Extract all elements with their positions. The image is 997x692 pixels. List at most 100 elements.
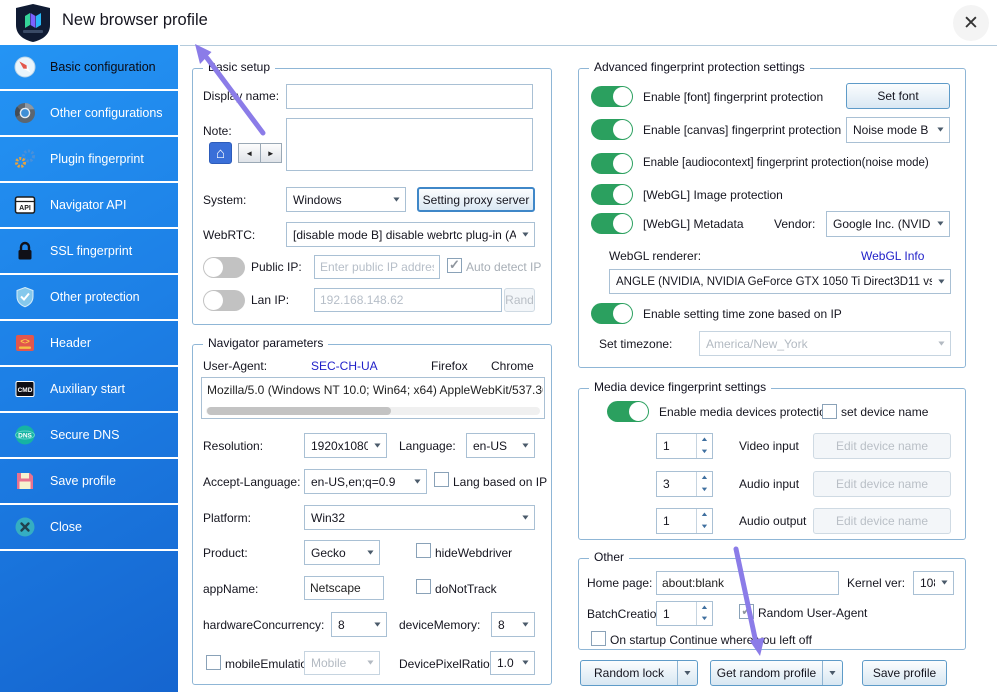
- timezone-by-ip-toggle[interactable]: [591, 303, 633, 324]
- user-agent-value: Mozilla/5.0 (Windows NT 10.0; Win64; x64…: [207, 383, 543, 397]
- audio-input-stepper[interactable]: 3 ▲▼: [656, 471, 713, 497]
- sidebar-item-ssl-fingerprint[interactable]: SSL fingerprint: [0, 229, 178, 275]
- navigator-parameters-legend: Navigator parameters: [203, 336, 328, 350]
- appname-label: appName:: [203, 582, 258, 596]
- accept-language-dropdown[interactable]: en-US,en;q=0.9 ▼: [304, 469, 427, 494]
- vendor-dropdown[interactable]: Google Inc. (NVID ▼: [826, 211, 950, 237]
- ua-scrollbar: [206, 407, 540, 415]
- sidebar-item-basic-configuration[interactable]: Basic configuration: [0, 45, 178, 91]
- arrow-left-icon[interactable]: ◄: [239, 144, 261, 162]
- chevron-down-icon: ▼: [365, 549, 375, 556]
- random-user-agent-checkbox[interactable]: [739, 604, 754, 619]
- set-timezone-dropdown[interactable]: America/New_York ▼: [699, 331, 951, 356]
- video-input-stepper[interactable]: 1 ▲▼: [656, 433, 713, 459]
- sidebar-item-other-protection[interactable]: Other protection: [0, 275, 178, 321]
- arrow-right-icon[interactable]: ►: [261, 144, 282, 162]
- ua-scrollbar-thumb[interactable]: [207, 407, 391, 415]
- get-random-profile-dropdown-arrow[interactable]: ▼: [822, 661, 842, 685]
- font-protection-toggle[interactable]: [591, 86, 633, 107]
- spin-up-icon[interactable]: ▲: [693, 509, 716, 521]
- sidebar-item-save-profile[interactable]: Save profile: [0, 459, 178, 505]
- edit-video-device-button[interactable]: Edit device name: [813, 433, 951, 459]
- platform-dropdown[interactable]: Win32 ▼: [304, 505, 535, 530]
- canvas-protection-toggle[interactable]: [591, 119, 633, 140]
- sidebar-item-label: Save profile: [50, 474, 116, 488]
- spin-down-icon[interactable]: ▼: [693, 446, 716, 458]
- on-startup-checkbox[interactable]: [591, 631, 606, 646]
- media-devices-toggle[interactable]: [607, 401, 649, 422]
- auto-detect-ip-checkbox[interactable]: [447, 258, 462, 273]
- lan-ip-toggle[interactable]: [203, 290, 245, 311]
- batch-creation-stepper[interactable]: 1 ▲▼: [656, 601, 713, 626]
- webrtc-dropdown[interactable]: [disable mode B] disable webrtc plug-in …: [286, 222, 535, 247]
- product-dropdown[interactable]: Gecko ▼: [304, 540, 380, 565]
- font-protection-label: Enable [font] fingerprint protection: [643, 90, 823, 104]
- public-ip-toggle[interactable]: [203, 257, 245, 278]
- resolution-dropdown[interactable]: 1920x1080 ▼: [304, 433, 387, 458]
- spin-down-icon[interactable]: ▼: [693, 614, 716, 626]
- mobile-emulation-checkbox[interactable]: [206, 655, 221, 670]
- sidebar-item-secure-dns[interactable]: DNS Secure DNS: [0, 413, 178, 459]
- sidebar-item-other-configurations[interactable]: Other configurations: [0, 91, 178, 137]
- webgl-image-toggle[interactable]: [591, 184, 633, 205]
- titlebar-divider: [180, 45, 997, 46]
- basic-setup-fieldset: Basic setup Display name: Note: ⌂ ◄ ► Sy…: [192, 68, 552, 325]
- user-agent-box[interactable]: Mozilla/5.0 (Windows NT 10.0; Win64; x64…: [201, 377, 545, 419]
- lang-based-on-ip-label: Lang based on IP: [453, 475, 547, 489]
- spin-down-icon[interactable]: ▼: [693, 484, 716, 496]
- home-page-input[interactable]: [656, 571, 839, 595]
- set-font-button[interactable]: Set font: [846, 83, 950, 109]
- home-button[interactable]: ⌂: [209, 142, 232, 164]
- get-random-profile-button[interactable]: Get random profile ▼: [710, 660, 843, 686]
- do-not-track-checkbox[interactable]: [416, 579, 431, 594]
- hardware-concurrency-dropdown[interactable]: 8 ▼: [331, 612, 387, 637]
- lock-icon: [13, 239, 37, 263]
- product-label: Product:: [203, 546, 248, 560]
- edit-audio-input-device-button[interactable]: Edit device name: [813, 471, 951, 497]
- sidebar-item-auxiliary-start[interactable]: CMD Auxiliary start: [0, 367, 178, 413]
- setting-proxy-server-button[interactable]: Setting proxy server: [417, 187, 535, 212]
- sidebar-item-close[interactable]: Close: [0, 505, 178, 551]
- chrome-link[interactable]: Chrome: [491, 359, 534, 373]
- appname-input[interactable]: [304, 576, 384, 600]
- random-lock-button[interactable]: Random lock ▼: [580, 660, 698, 686]
- canvas-noise-mode-dropdown[interactable]: Noise mode B ▼: [846, 117, 950, 143]
- device-pixel-ratio-dropdown[interactable]: 1.0 ▼: [490, 651, 535, 675]
- sidebar-item-navigator-api[interactable]: API Navigator API: [0, 183, 178, 229]
- save-profile-button[interactable]: Save profile: [862, 660, 947, 686]
- display-name-input[interactable]: [286, 84, 533, 109]
- sidebar-item-plugin-fingerprint[interactable]: Plugin fingerprint: [0, 137, 178, 183]
- system-dropdown[interactable]: Windows ▼: [286, 187, 406, 212]
- firefox-link[interactable]: Firefox: [431, 359, 468, 373]
- public-ip-input[interactable]: [314, 255, 440, 279]
- language-dropdown[interactable]: en-US ▼: [466, 433, 535, 458]
- mobile-emulation-dropdown[interactable]: Mobile ▼: [304, 651, 380, 675]
- canvas-protection-label: Enable [canvas] fingerprint protection: [643, 123, 841, 137]
- rand-button[interactable]: Rand: [504, 288, 535, 312]
- webgl-renderer-dropdown[interactable]: ANGLE (NVIDIA, NVIDIA GeForce GTX 1050 T…: [609, 269, 951, 294]
- random-lock-dropdown-arrow[interactable]: ▼: [677, 661, 697, 685]
- close-window-button[interactable]: ✕: [953, 5, 989, 41]
- device-memory-dropdown[interactable]: 8 ▼: [491, 612, 535, 637]
- spin-up-icon[interactable]: ▲: [693, 472, 716, 484]
- spin-up-icon[interactable]: ▲: [693, 434, 716, 446]
- audiocontext-protection-toggle[interactable]: [591, 153, 633, 174]
- lang-based-on-ip-checkbox[interactable]: [434, 472, 449, 487]
- spin-up-icon[interactable]: ▲: [693, 602, 716, 614]
- lan-ip-input[interactable]: [314, 288, 502, 312]
- kernel-ver-dropdown[interactable]: 108 ▼: [913, 571, 954, 595]
- webgl-metadata-toggle[interactable]: [591, 213, 633, 234]
- sec-ch-ua-link[interactable]: SEC-CH-UA: [311, 359, 378, 373]
- note-arrows-control[interactable]: ◄ ►: [238, 143, 282, 163]
- edit-audio-output-device-button[interactable]: Edit device name: [813, 508, 951, 534]
- chevron-down-icon: ▼: [682, 670, 692, 677]
- audio-output-stepper[interactable]: 1 ▲▼: [656, 508, 713, 534]
- note-textarea[interactable]: [286, 118, 533, 171]
- sidebar-item-header[interactable]: <> Header: [0, 321, 178, 367]
- set-device-name-checkbox[interactable]: [822, 404, 837, 419]
- hide-webdriver-checkbox[interactable]: [416, 543, 431, 558]
- sidebar-item-label: Secure DNS: [50, 428, 119, 442]
- sidebar-item-label: Navigator API: [50, 198, 126, 212]
- spin-down-icon[interactable]: ▼: [693, 521, 716, 533]
- webgl-info-link[interactable]: WebGL Info: [861, 249, 924, 263]
